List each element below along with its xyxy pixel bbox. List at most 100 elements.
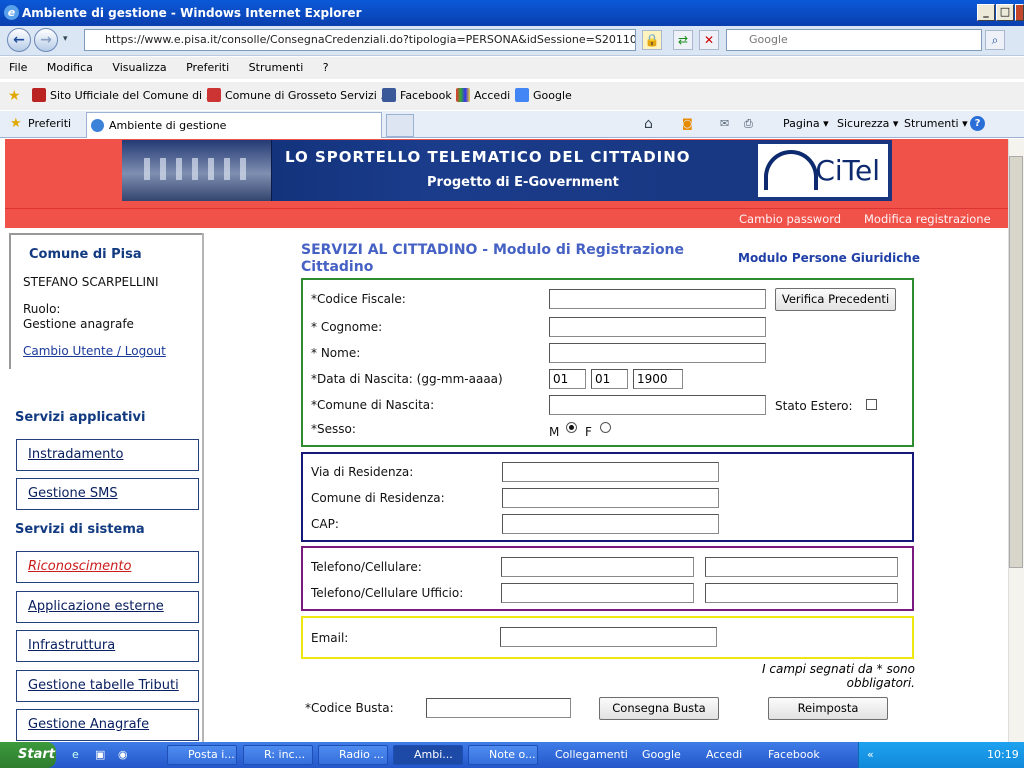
change-password-link[interactable]: Cambio password xyxy=(739,209,841,229)
tel-label: Telefono/Cellulare: xyxy=(311,560,422,574)
task-r-inc[interactable]: R: inc... xyxy=(243,745,313,765)
reimposta-button[interactable]: Reimposta xyxy=(768,697,888,720)
comune-residenza-input[interactable] xyxy=(502,488,719,508)
menu-file[interactable]: File xyxy=(9,61,27,74)
back-icon[interactable]: ← xyxy=(7,28,31,52)
logout-link[interactable]: Cambio Utente / Logout xyxy=(23,344,166,358)
refresh-icon[interactable]: ⇄ xyxy=(673,30,693,50)
citel-logo: CiTel xyxy=(758,144,888,197)
fav-google[interactable]: Google xyxy=(515,82,572,110)
fav-accedi[interactable]: Accedi xyxy=(456,82,510,110)
search-icon[interactable]: ⌕ xyxy=(985,30,1005,50)
verify-previous-button[interactable]: Verifica Precedenti xyxy=(775,288,896,311)
nome-input[interactable] xyxy=(549,343,766,363)
menu-visualizza[interactable]: Visualizza xyxy=(112,61,166,74)
tel-ufficio-input-2[interactable] xyxy=(705,583,898,603)
stato-estero-checkbox[interactable] xyxy=(866,399,877,410)
edit-registration-link[interactable]: Modifica registrazione xyxy=(864,209,991,229)
task-radio[interactable]: Radio ... xyxy=(318,745,388,765)
codice-fiscale-input[interactable] xyxy=(549,289,766,309)
task-note[interactable]: Note o... xyxy=(468,745,538,765)
facebook-icon xyxy=(382,88,396,102)
address-input[interactable]: https://www.e.pisa.it/consolle/ConsegnaC… xyxy=(84,29,636,51)
favorites-center-button[interactable]: Preferiti xyxy=(28,111,71,137)
menu-preferiti[interactable]: Preferiti xyxy=(186,61,229,74)
close-button[interactable] xyxy=(1015,4,1024,21)
cognome-input[interactable] xyxy=(549,317,766,337)
task-ambiente[interactable]: Ambi... xyxy=(393,745,463,765)
mail-icon[interactable]: ✉ xyxy=(720,111,729,137)
sidebar-item-gestione-sms[interactable]: Gestione SMS xyxy=(16,478,199,510)
top-navigation: Cambio password Modifica registrazione xyxy=(5,208,1008,228)
tools-menu[interactable]: Strumenti ▾ xyxy=(904,111,968,137)
cap-input[interactable] xyxy=(502,514,719,534)
fav-facebook[interactable]: Facebook xyxy=(382,82,452,110)
sidebar-item-tabelle-tributi[interactable]: Gestione tabelle Tributi xyxy=(16,670,199,702)
quicklaunch-ie-icon[interactable]: e xyxy=(72,742,79,768)
codice-fiscale-label: *Codice Fiscale: xyxy=(311,292,406,306)
sex-f-radio[interactable] xyxy=(600,422,611,433)
help-icon[interactable]: ? xyxy=(970,116,985,131)
tel-ufficio-input[interactable] xyxy=(501,583,694,603)
task-link-facebook[interactable]: Facebook xyxy=(768,742,820,768)
menu-strumenti[interactable]: Strumenti xyxy=(249,61,304,74)
history-dropdown-icon[interactable]: ▾ xyxy=(63,34,68,44)
print-icon[interactable]: ⎙ xyxy=(744,111,753,137)
new-tab-button[interactable] xyxy=(386,114,414,137)
sidebar-item-infrastruttura[interactable]: Infrastruttura xyxy=(16,630,199,662)
banner-title: LO SPORTELLO TELEMATICO DEL CITTADINO xyxy=(285,148,691,166)
banner-subtitle: Progetto di E-Government xyxy=(427,175,619,190)
start-button[interactable]: Start xyxy=(0,742,56,768)
page-menu[interactable]: Pagina ▾ xyxy=(783,111,829,137)
tel-input-2[interactable] xyxy=(705,557,898,577)
email-section: Email: xyxy=(301,616,914,659)
task-link-accedi[interactable]: Accedi xyxy=(706,742,742,768)
via-residenza-input[interactable] xyxy=(502,462,719,482)
quicklaunch-desktop-icon[interactable]: ▣ xyxy=(95,742,105,768)
role-label: Ruolo: xyxy=(23,302,61,316)
tab-ambiente-di-gestione[interactable]: Ambiente di gestione xyxy=(86,112,382,138)
email-input[interactable] xyxy=(500,627,717,647)
quicklaunch-chrome-icon[interactable]: ◉ xyxy=(118,742,128,768)
task-posta[interactable]: Posta i... xyxy=(167,745,237,765)
menu-modifica[interactable]: Modifica xyxy=(47,61,93,74)
comune-nascita-input[interactable] xyxy=(549,395,766,415)
legal-entity-form-link[interactable]: Modulo Persone Giuridiche xyxy=(738,251,920,265)
codice-busta-input[interactable] xyxy=(426,698,571,718)
scrollbar-thumb[interactable] xyxy=(1009,156,1023,568)
data-nascita-label: *Data di Nascita: (gg-mm-aaaa) xyxy=(311,372,503,386)
minimize-button[interactable]: _ xyxy=(977,4,995,21)
maximize-button[interactable]: □ xyxy=(996,4,1014,21)
forward-icon[interactable]: → xyxy=(34,28,58,52)
cognome-label: * Cognome: xyxy=(311,320,383,334)
sex-m-radio[interactable] xyxy=(566,422,577,433)
birth-year-input[interactable]: 1900 xyxy=(633,369,683,389)
birth-day-input[interactable]: 01 xyxy=(549,369,586,389)
sidebar-item-instradamento[interactable]: Instradamento xyxy=(16,439,199,471)
home-icon[interactable]: ⌂ xyxy=(644,111,653,137)
fav-grosseto[interactable]: Comune di Grosseto Servizi ... xyxy=(207,82,391,110)
menu-help[interactable]: ? xyxy=(323,61,329,74)
windows-live-icon xyxy=(456,88,470,102)
municipality-name: Comune di Pisa xyxy=(29,247,142,262)
consegna-busta-button[interactable]: Consegna Busta xyxy=(599,697,719,720)
mouse-cursor-icon xyxy=(950,384,962,398)
add-favorite-icon[interactable]: ★ xyxy=(8,82,21,110)
feeds-icon[interactable]: ◙ xyxy=(682,111,693,137)
clock[interactable]: 10:19 xyxy=(987,742,1019,768)
security-menu[interactable]: Sicurezza ▾ xyxy=(837,111,898,137)
favorites-star-icon[interactable]: ★ xyxy=(10,111,22,137)
lock-icon[interactable]: 🔒 xyxy=(642,30,662,50)
sidebar-item-applicazione-esterne[interactable]: Applicazione esterne xyxy=(16,591,199,623)
tray-expand-icon[interactable]: « xyxy=(867,742,874,768)
header-banner: LO SPORTELLO TELEMATICO DEL CITTADINO Pr… xyxy=(5,139,1008,208)
stop-icon[interactable]: ✕ xyxy=(699,30,719,50)
birth-month-input[interactable]: 01 xyxy=(591,369,628,389)
tel-input[interactable] xyxy=(501,557,694,577)
search-input[interactable]: Google xyxy=(726,29,982,51)
sidebar-item-riconoscimento[interactable]: Riconoscimento xyxy=(16,551,199,583)
fav-pisa[interactable]: Sito Ufficiale del Comune di ... xyxy=(32,82,216,110)
links-toolbar-label[interactable]: Collegamenti xyxy=(555,742,628,768)
sidebar-item-gestione-anagrafe[interactable]: Gestione Anagrafe xyxy=(16,709,199,741)
task-link-google[interactable]: Google xyxy=(642,742,681,768)
